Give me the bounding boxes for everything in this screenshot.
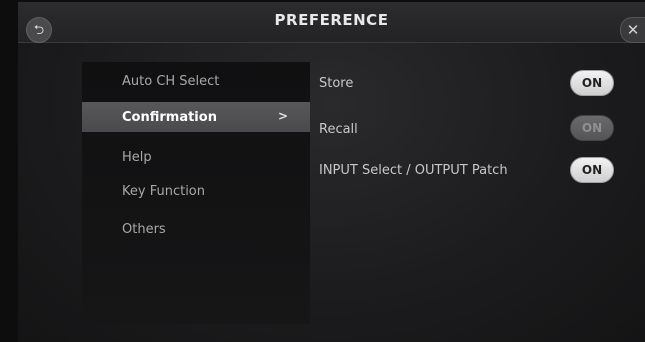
recall-label: Recall — [319, 122, 358, 137]
recall-toggle[interactable]: ON — [570, 115, 614, 141]
input-select-output-patch-toggle[interactable]: ON — [570, 157, 614, 183]
sidebar-item-key-function[interactable]: Key Function — [82, 176, 310, 206]
sidebar-item-label: Key Function — [122, 183, 205, 199]
preference-window: ⮌ PREFERENCE ✕ Auto CH Select Confirmati… — [18, 2, 645, 342]
sidebar-item-label: Confirmation — [122, 109, 217, 125]
sidebar-item-auto-ch-select[interactable]: Auto CH Select — [82, 66, 310, 96]
store-label: Store — [319, 76, 354, 91]
input-select-output-patch-label: INPUT Select / OUTPUT Patch — [319, 163, 508, 178]
sidebar-item-others[interactable]: Others — [82, 214, 310, 244]
sidebar-item-help[interactable]: Help — [82, 142, 310, 172]
sidebar-item-label: Others — [122, 221, 166, 237]
store-toggle[interactable]: ON — [570, 70, 614, 96]
sidebar-item-label: Help — [122, 149, 152, 165]
chevron-right-icon: > — [278, 109, 289, 123]
title-bar: ⮌ PREFERENCE ✕ — [18, 2, 645, 43]
close-button[interactable]: ✕ — [620, 17, 645, 43]
close-icon: ✕ — [626, 20, 640, 39]
page-title: PREFERENCE — [274, 11, 389, 29]
category-list: Auto CH Select Confirmation > Help Key F… — [82, 62, 310, 324]
sidebar-item-confirmation[interactable]: Confirmation > — [82, 102, 310, 132]
sidebar-item-label: Auto CH Select — [122, 73, 220, 89]
